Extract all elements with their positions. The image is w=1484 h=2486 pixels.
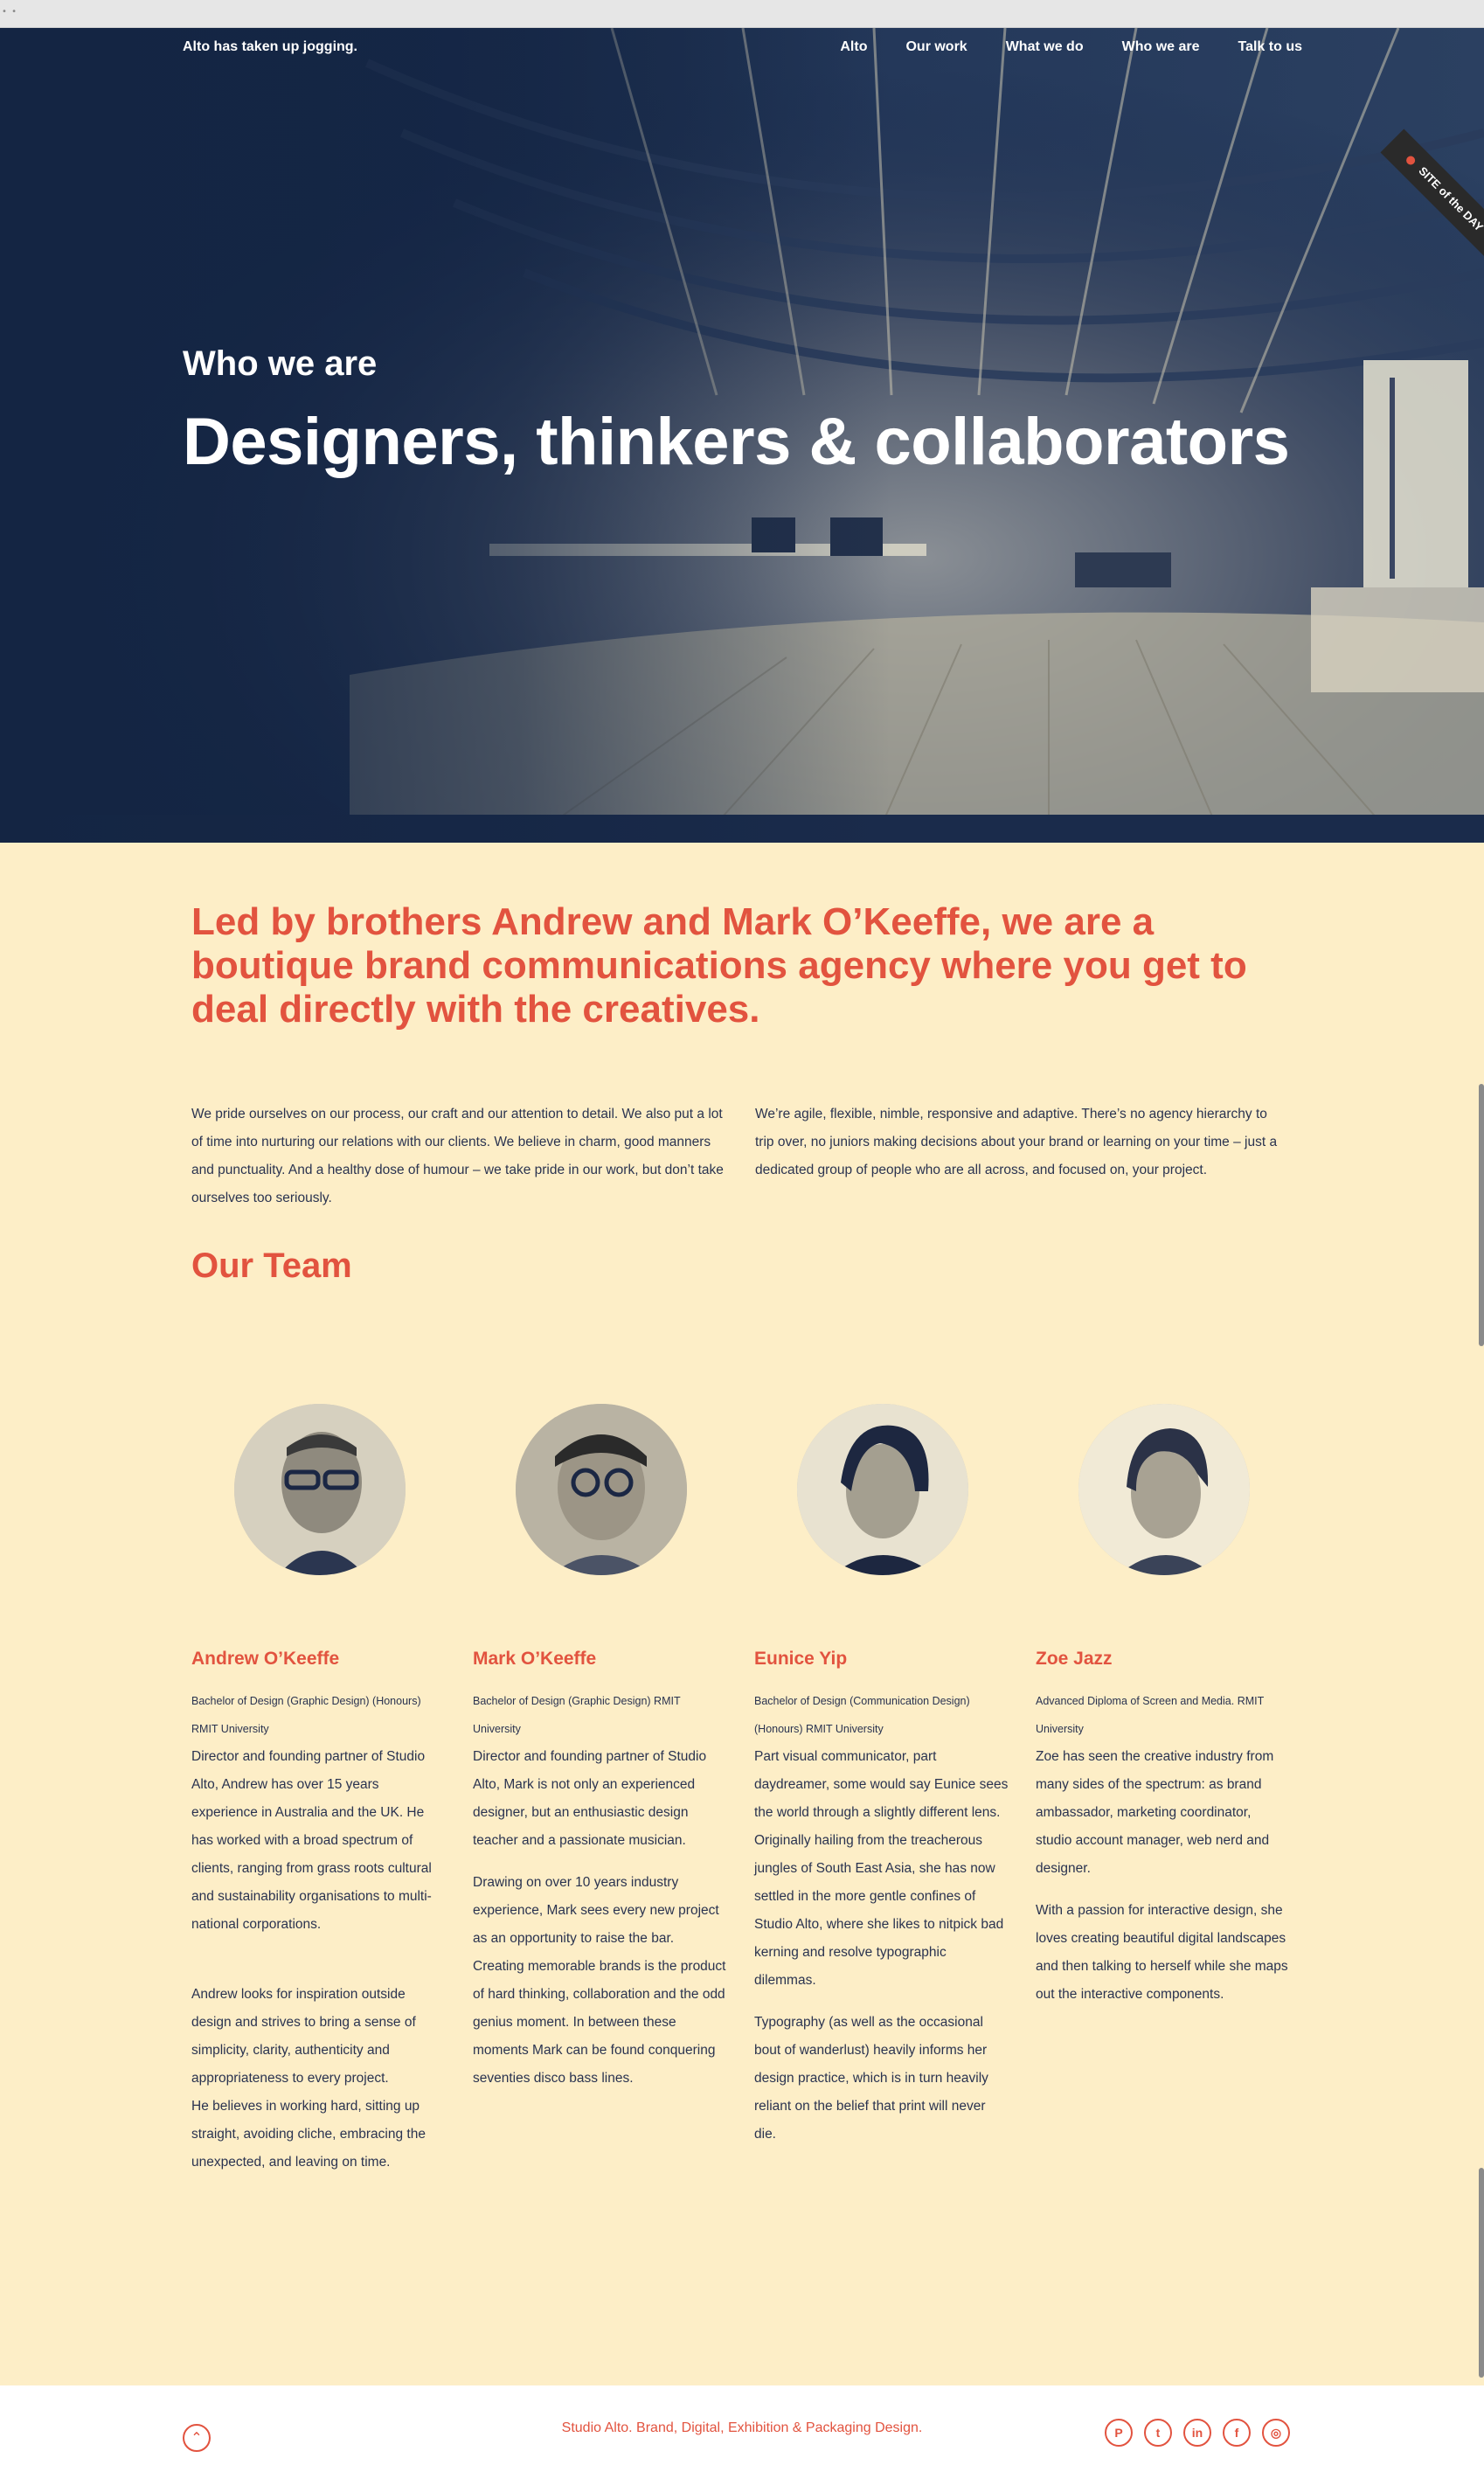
nav-item-who-we-are[interactable]: Who we are [1122, 39, 1200, 55]
hero-title: Designers, thinkers & collaborators [183, 405, 1290, 479]
nav-item-alto[interactable]: Alto [840, 39, 867, 55]
team-section-title: Our Team [191, 1246, 352, 1285]
top-navigation: Alto has taken up jogging. Alto Our work… [0, 28, 1484, 98]
member-bio: Zoe has seen the creative industry from … [1036, 1749, 1274, 1876]
nav-item-talk-to-us[interactable]: Talk to us [1238, 39, 1303, 55]
member-name: Mark O’Keeffe [473, 1649, 597, 1669]
avatar [234, 1404, 406, 1575]
nav-item-our-work[interactable]: Our work [905, 39, 967, 55]
member-degree: Bachelor of Design (Communication Design… [754, 1695, 970, 1735]
avatar [516, 1404, 687, 1575]
brand-tagline[interactable]: Alto has taken up jogging. [183, 39, 357, 55]
hero-kicker: Who we are [183, 344, 378, 383]
member-name: Zoe Jazz [1036, 1649, 1113, 1669]
member-bio: Director and founding partner of Studio … [191, 1749, 432, 1932]
scrollbar-thumb[interactable] [1479, 1084, 1484, 1346]
twitter-icon[interactable]: t [1144, 2419, 1172, 2447]
instagram-icon[interactable]: ◎ [1262, 2419, 1290, 2447]
member-bio: Andrew looks for inspiration outside des… [191, 1987, 416, 2086]
member-bio: With a passion for interactive design, s… [1036, 1903, 1288, 2002]
avatar [1078, 1404, 1250, 1575]
pinterest-icon[interactable]: P [1105, 2419, 1133, 2447]
member-degree: Advanced Diploma of Screen and Media. RM… [1036, 1695, 1265, 1735]
member-bio: He believes in working hard, sitting up … [191, 2099, 426, 2170]
member-bio: Director and founding partner of Studio … [473, 1749, 707, 1848]
member-bio: Drawing on over 10 years industry experi… [473, 1875, 726, 2086]
member-name: Eunice Yip [754, 1649, 848, 1669]
social-links: P t in f ◎ [1105, 2419, 1290, 2447]
footer: ⌃ Studio Alto. Brand, Digital, Exhibitio… [0, 2385, 1484, 2486]
facebook-icon[interactable]: f [1223, 2419, 1251, 2447]
intro-right-paragraph: We’re agile, flexible, nimble, responsiv… [755, 1107, 1278, 1177]
scrollbar-thumb-secondary[interactable] [1479, 2168, 1484, 2378]
member-degree: Bachelor of Design (Graphic Design) (Hon… [191, 1695, 421, 1735]
avatar [797, 1404, 968, 1575]
browser-bar: • • [0, 0, 1484, 28]
member-name: Andrew O’Keeffe [191, 1649, 340, 1669]
intro-lead: Led by brothers Andrew and Mark O’Keeffe… [191, 900, 1247, 1031]
ribbon-badge-icon [1404, 154, 1418, 167]
linkedin-icon[interactable]: in [1183, 2419, 1211, 2447]
browser-dots: • • [2, 7, 17, 17]
member-bio: Typography (as well as the occasional bo… [754, 2015, 988, 2142]
intro-left-paragraph: We pride ourselves on our process, our c… [191, 1107, 724, 1205]
member-degree: Bachelor of Design (Graphic Design) RMIT… [473, 1695, 681, 1735]
main-nav: Alto Our work What we do Who we are Talk… [801, 39, 1302, 55]
nav-item-what-we-do[interactable]: What we do [1006, 39, 1084, 55]
member-bio: Part visual communicator, part daydreame… [754, 1749, 1009, 1988]
hero: Alto has taken up jogging. Alto Our work… [0, 28, 1484, 843]
